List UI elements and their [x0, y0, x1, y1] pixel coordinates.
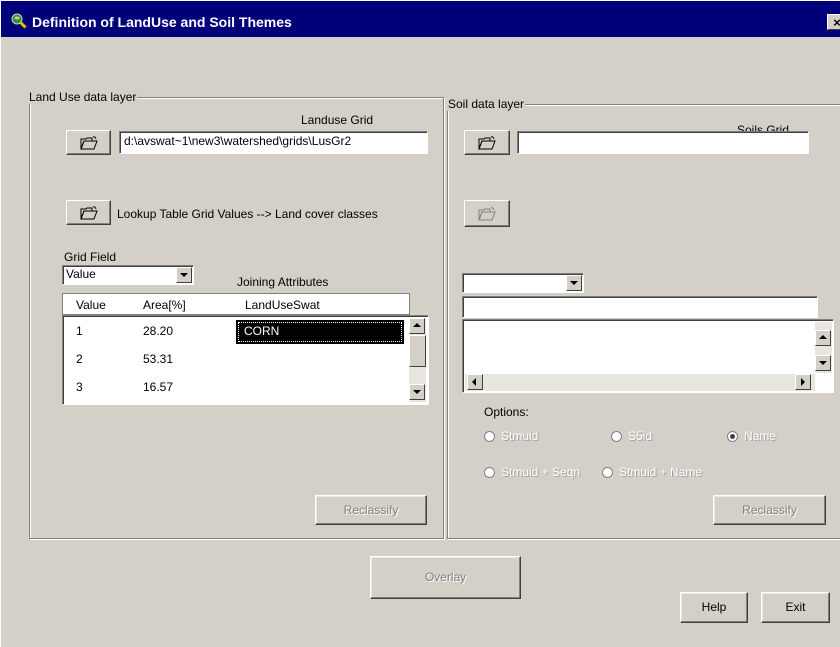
landuse-soil-dialog: Definition of LandUse and Soil Themes × …: [0, 0, 840, 647]
soil-table[interactable]: [462, 319, 834, 393]
option-stmuid-radio[interactable]: Stmuid: [484, 429, 538, 443]
grid-field-select[interactable]: Value: [62, 265, 194, 285]
grid-field-value: Value: [66, 267, 96, 281]
joining-attributes-label: Joining Attributes: [237, 275, 329, 289]
globe-magnifier-icon: [11, 13, 27, 29]
open-folder-icon: [79, 205, 98, 219]
open-lookup-table-button[interactable]: [66, 200, 111, 225]
open-folder-icon: [79, 135, 98, 149]
landuse-table[interactable]: 1 28.20 CORN 2 53.31 3 16.57: [62, 315, 429, 405]
landuse-table-header: Value Area[%] LandUseSwat: [62, 293, 410, 315]
cell-area: 16.57: [143, 380, 174, 394]
grid-field-label: Grid Field: [64, 250, 117, 264]
open-folder-icon: [478, 206, 496, 220]
column-header-landuseswat[interactable]: LandUseSwat: [245, 298, 320, 312]
open-soil-lookup-button[interactable]: [464, 200, 510, 227]
open-landuse-grid-button[interactable]: [66, 130, 111, 155]
column-header-area[interactable]: Area[%]: [143, 298, 186, 312]
soil-reclassify-button[interactable]: Reclassify: [713, 495, 826, 525]
exit-button[interactable]: Exit: [761, 592, 830, 623]
title-bar[interactable]: Definition of LandUse and Soil Themes ×: [1, 1, 840, 37]
scroll-up-icon[interactable]: [815, 330, 831, 346]
soil-table-vertical-scrollbar[interactable]: [815, 322, 832, 373]
scroll-down-icon[interactable]: [815, 355, 831, 371]
options-label: Options:: [484, 405, 529, 419]
soil-grid-field-select[interactable]: [462, 273, 584, 293]
help-button[interactable]: Help: [680, 592, 748, 623]
scroll-right-icon[interactable]: [795, 374, 811, 390]
lookup-table-label: Lookup Table Grid Values --> Land cover …: [117, 207, 378, 221]
cell-value: 2: [76, 352, 83, 366]
option-stmuid-seqn-radio[interactable]: Stmuid + Seqn: [484, 465, 580, 479]
cell-value: 3: [76, 380, 83, 394]
cell-area: 28.20: [143, 324, 174, 338]
scroll-thumb[interactable]: [409, 335, 426, 367]
landuse-group-label: Land Use data layer: [28, 90, 138, 104]
radio-icon: [602, 467, 613, 478]
chevron-down-icon[interactable]: [566, 275, 582, 291]
option-name-radio[interactable]: Name: [727, 429, 776, 443]
chevron-down-icon[interactable]: [176, 267, 192, 283]
window-title: Definition of LandUse and Soil Themes: [32, 14, 292, 30]
cell-landuse-selected[interactable]: CORN: [236, 320, 404, 344]
landuse-table-scrollbar[interactable]: [409, 318, 426, 402]
scroll-up-icon[interactable]: [409, 318, 425, 334]
open-folder-icon: [478, 135, 496, 149]
cell-landuse-text: CORN: [244, 324, 280, 338]
radio-icon: [484, 431, 495, 442]
cell-value: 1: [76, 324, 83, 338]
overlay-button[interactable]: Overlay: [370, 556, 521, 599]
soils-grid-path-field[interactable]: [517, 131, 809, 154]
soil-table-header: [462, 296, 818, 318]
scroll-left-icon[interactable]: [467, 374, 483, 390]
landuse-grid-path-field[interactable]: d:\avswat~1\new3\watershed\grids\LusGr2: [119, 131, 428, 154]
landuse-grid-label: Landuse Grid: [301, 113, 374, 127]
scroll-down-icon[interactable]: [409, 384, 425, 400]
soil-group-label: Soil data layer: [447, 97, 526, 111]
open-soils-grid-button[interactable]: [464, 130, 510, 155]
radio-icon: [611, 431, 622, 442]
option-s5id-radio[interactable]: S5id: [611, 429, 652, 443]
option-stmuid-name-radio[interactable]: Stmuid + Name: [602, 465, 702, 479]
column-header-value[interactable]: Value: [76, 298, 106, 312]
landuse-reclassify-button[interactable]: Reclassify: [315, 495, 427, 525]
radio-selected-icon: [727, 431, 738, 442]
table-row[interactable]: 2 53.31: [63, 348, 407, 372]
table-row[interactable]: 3 16.57: [63, 376, 407, 400]
radio-icon: [484, 467, 495, 478]
cell-area: 53.31: [143, 352, 174, 366]
table-row[interactable]: 1 28.20 CORN: [63, 320, 407, 344]
soil-table-horizontal-scrollbar[interactable]: [465, 374, 815, 391]
close-icon[interactable]: ×: [827, 14, 840, 30]
